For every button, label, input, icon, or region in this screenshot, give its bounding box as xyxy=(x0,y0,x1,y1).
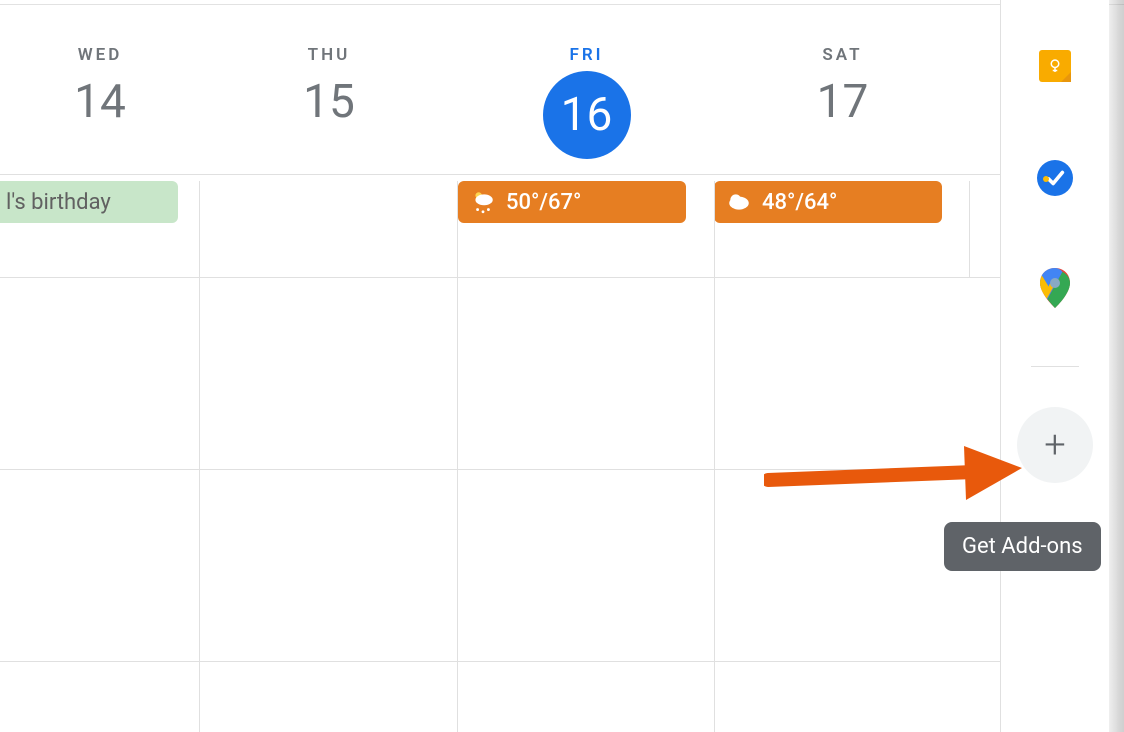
day-column-fri[interactable]: FRI 16 xyxy=(458,5,715,174)
weather-temp: 48°/64° xyxy=(762,190,837,215)
grid-cell[interactable] xyxy=(0,662,200,732)
day-column-thu[interactable]: THU 15 xyxy=(200,5,458,174)
plus-icon: + xyxy=(1044,423,1065,467)
maps-icon xyxy=(1040,268,1070,312)
grid-cell[interactable] xyxy=(715,662,970,732)
snow-cloud-icon xyxy=(470,189,496,215)
cloud-icon xyxy=(726,189,752,215)
keep-button[interactable] xyxy=(1035,46,1075,86)
weekday-label: THU xyxy=(200,45,458,65)
grid-cell[interactable] xyxy=(200,278,458,469)
tasks-button[interactable] xyxy=(1035,158,1075,198)
grid-row[interactable] xyxy=(0,469,1000,661)
grid-row[interactable] xyxy=(0,277,1000,469)
grid-cell[interactable] xyxy=(200,662,458,732)
tooltip-text: Get Add-ons xyxy=(962,534,1083,559)
get-addons-button[interactable]: + xyxy=(1017,407,1093,483)
all-day-events-row: l's birthday 50°/67° 48°/64° xyxy=(0,181,1000,225)
birthday-event-chip[interactable]: l's birthday xyxy=(0,181,178,223)
weekday-label: WED xyxy=(0,45,200,65)
side-panel: + xyxy=(1001,0,1109,732)
calendar-grid[interactable]: WED 14 THU 15 FRI 16 SAT 17 l's birthday… xyxy=(0,5,1000,732)
day-number[interactable]: 15 xyxy=(303,75,355,129)
weather-event-sat[interactable]: 48°/64° xyxy=(714,181,942,223)
time-grid[interactable] xyxy=(0,277,1000,732)
day-column-wed[interactable]: WED 14 xyxy=(0,5,200,174)
weather-event-fri[interactable]: 50°/67° xyxy=(458,181,686,223)
grid-cell[interactable] xyxy=(458,278,715,469)
grid-cell[interactable] xyxy=(0,278,200,469)
grid-row[interactable] xyxy=(0,661,1000,732)
grid-cell[interactable] xyxy=(715,470,970,661)
window-edge xyxy=(1109,0,1124,732)
grid-cell[interactable] xyxy=(458,470,715,661)
weekday-label: SAT xyxy=(715,45,970,65)
tasks-icon xyxy=(1037,160,1073,196)
event-title: l's birthday xyxy=(6,190,111,215)
side-separator xyxy=(1031,366,1079,367)
grid-cell[interactable] xyxy=(458,662,715,732)
day-number[interactable]: 17 xyxy=(817,75,869,129)
grid-cell[interactable] xyxy=(200,470,458,661)
weather-temp: 50°/67° xyxy=(506,190,581,215)
keep-icon xyxy=(1039,50,1071,82)
day-number-today[interactable]: 16 xyxy=(543,71,631,159)
addons-tooltip: Get Add-ons xyxy=(944,522,1101,571)
day-headers-row: WED 14 THU 15 FRI 16 SAT 17 xyxy=(0,5,1000,175)
grid-cell[interactable] xyxy=(715,278,970,469)
weekday-label: FRI xyxy=(458,45,715,65)
day-column-sat[interactable]: SAT 17 xyxy=(715,5,970,174)
maps-button[interactable] xyxy=(1035,270,1075,310)
day-number[interactable]: 14 xyxy=(74,75,126,129)
grid-cell[interactable] xyxy=(0,470,200,661)
